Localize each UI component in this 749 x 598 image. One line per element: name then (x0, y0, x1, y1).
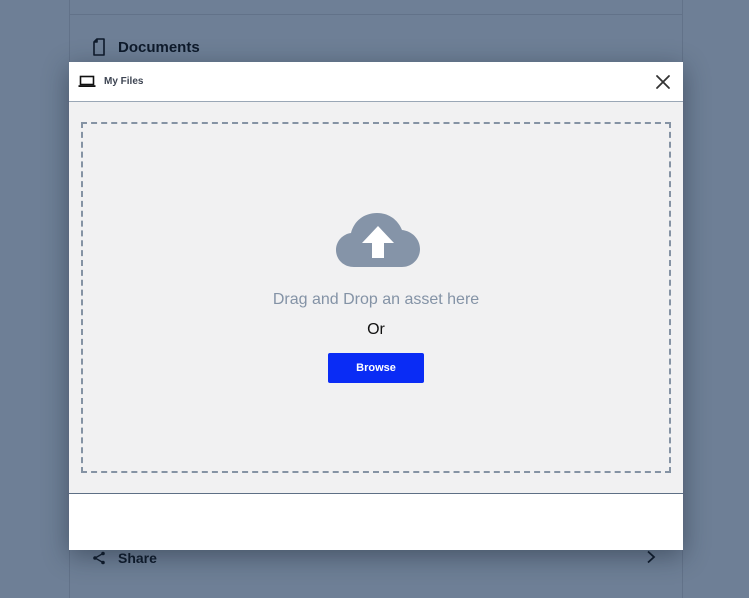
share-row: Share (88, 548, 656, 568)
drop-instructions: Drag and Drop an asset here (272, 291, 480, 308)
documents-label: Documents (118, 38, 200, 56)
share-icon (88, 551, 110, 565)
chevron-right-icon (646, 550, 656, 567)
or-separator: Or (367, 321, 385, 338)
document-icon (88, 38, 110, 56)
drop-zone[interactable]: Drag and Drop an asset here Or Browse (81, 122, 671, 473)
close-icon[interactable] (655, 74, 671, 90)
cloud-upload-icon (336, 212, 420, 268)
share-label: Share (118, 550, 157, 566)
file-upload-modal: My Files Drag and Drop an asset here Or … (69, 62, 683, 550)
divider (70, 14, 682, 15)
browse-button[interactable]: Browse (328, 353, 424, 383)
modal-title: My Files (104, 76, 144, 87)
modal-footer (69, 494, 683, 550)
documents-row: Documents (88, 37, 656, 57)
modal-header: My Files (69, 62, 683, 102)
laptop-icon (78, 75, 96, 89)
modal-body: Drag and Drop an asset here Or Browse (69, 102, 683, 494)
